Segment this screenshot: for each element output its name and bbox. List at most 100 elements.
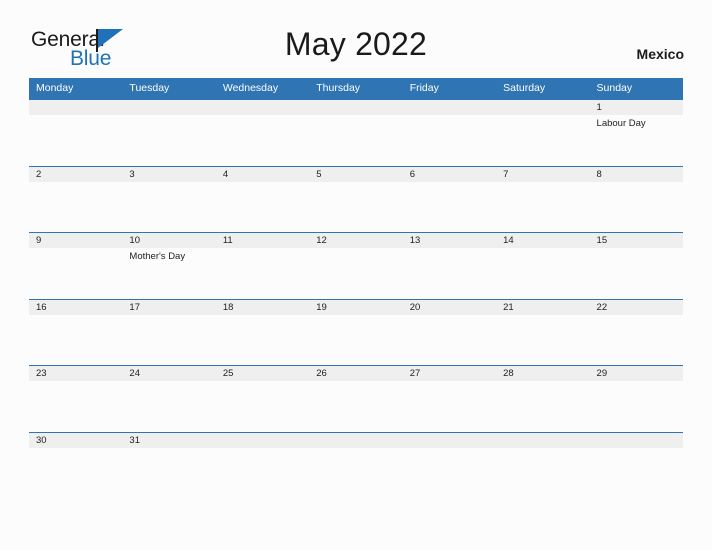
day-event[interactable]: Labour Day xyxy=(590,115,683,165)
week-date-band: 1 xyxy=(29,100,683,115)
weekday-header-sunday: Sunday xyxy=(596,82,633,94)
day-number[interactable] xyxy=(122,100,215,115)
week-row: 30 31 xyxy=(29,431,683,499)
day-number[interactable]: 27 xyxy=(403,366,496,381)
day-event[interactable] xyxy=(216,182,309,232)
day-number[interactable]: 20 xyxy=(403,300,496,315)
day-event[interactable] xyxy=(309,182,402,232)
day-event[interactable] xyxy=(122,448,215,498)
day-number[interactable]: 18 xyxy=(216,300,309,315)
week-event-band: Labour Day xyxy=(29,115,683,165)
day-event[interactable] xyxy=(496,381,589,431)
day-number[interactable]: 10 xyxy=(122,233,215,248)
day-number[interactable] xyxy=(403,433,496,448)
day-event[interactable] xyxy=(309,115,402,165)
day-number[interactable]: 1 xyxy=(590,100,683,115)
day-number[interactable]: 13 xyxy=(403,233,496,248)
day-event[interactable] xyxy=(29,248,122,298)
day-number[interactable] xyxy=(496,433,589,448)
day-event[interactable] xyxy=(29,448,122,498)
day-number[interactable]: 11 xyxy=(216,233,309,248)
week-date-band: 2 3 4 5 6 7 8 xyxy=(29,166,683,182)
day-event[interactable] xyxy=(590,248,683,298)
day-number[interactable]: 5 xyxy=(309,167,402,182)
day-event[interactable] xyxy=(122,182,215,232)
day-event[interactable] xyxy=(216,448,309,498)
day-event[interactable] xyxy=(216,115,309,165)
day-number[interactable]: 31 xyxy=(122,433,215,448)
week-date-band: 23 24 25 26 27 28 29 xyxy=(29,366,683,381)
day-number[interactable] xyxy=(216,100,309,115)
day-number[interactable]: 21 xyxy=(496,300,589,315)
day-number[interactable]: 2 xyxy=(29,167,122,182)
day-number[interactable] xyxy=(496,100,589,115)
day-event[interactable] xyxy=(496,448,589,498)
page-header: General Blue May 2022 Mexico xyxy=(0,0,712,78)
day-event[interactable] xyxy=(403,315,496,365)
day-event[interactable] xyxy=(496,115,589,165)
day-event[interactable] xyxy=(403,182,496,232)
day-number[interactable] xyxy=(216,433,309,448)
weekday-header-tuesday: Tuesday xyxy=(129,82,170,94)
day-event[interactable] xyxy=(496,182,589,232)
day-event[interactable] xyxy=(590,381,683,431)
day-number[interactable]: 9 xyxy=(29,233,122,248)
day-number[interactable]: 3 xyxy=(122,167,215,182)
day-number[interactable] xyxy=(309,100,402,115)
day-event[interactable] xyxy=(590,315,683,365)
day-number[interactable]: 7 xyxy=(496,167,589,182)
day-number[interactable]: 28 xyxy=(496,366,589,381)
day-event[interactable] xyxy=(309,381,402,431)
day-event[interactable] xyxy=(496,248,589,298)
day-number[interactable]: 6 xyxy=(403,167,496,182)
day-event[interactable] xyxy=(590,182,683,232)
day-number[interactable] xyxy=(309,433,402,448)
day-number[interactable] xyxy=(29,100,122,115)
day-event[interactable] xyxy=(122,115,215,165)
day-number[interactable]: 19 xyxy=(309,300,402,315)
week-date-band: 9 10 11 12 13 14 15 xyxy=(29,233,683,248)
day-number[interactable]: 29 xyxy=(590,366,683,381)
day-event[interactable] xyxy=(29,315,122,365)
day-number[interactable]: 16 xyxy=(29,300,122,315)
day-number[interactable]: 25 xyxy=(216,366,309,381)
week-row: 2 3 4 5 6 7 8 xyxy=(29,165,683,233)
day-number[interactable]: 24 xyxy=(122,366,215,381)
day-event[interactable] xyxy=(29,182,122,232)
day-event[interactable] xyxy=(309,315,402,365)
day-number[interactable]: 14 xyxy=(496,233,589,248)
day-event[interactable] xyxy=(122,381,215,431)
day-number[interactable]: 4 xyxy=(216,167,309,182)
day-event[interactable] xyxy=(216,381,309,431)
day-event[interactable] xyxy=(496,315,589,365)
day-event[interactable] xyxy=(29,381,122,431)
weekday-header-wednesday: Wednesday xyxy=(222,82,279,94)
week-date-band: 16 17 18 19 20 21 22 xyxy=(29,299,683,315)
day-event[interactable] xyxy=(403,248,496,298)
day-event[interactable] xyxy=(122,315,215,365)
day-event[interactable] xyxy=(29,115,122,165)
day-event[interactable] xyxy=(216,315,309,365)
day-number[interactable]: 30 xyxy=(29,433,122,448)
day-event[interactable]: Mother's Day xyxy=(122,248,215,298)
day-number[interactable]: 22 xyxy=(590,300,683,315)
weekday-header-thursday: Thursday xyxy=(316,82,361,94)
day-number[interactable] xyxy=(403,100,496,115)
day-number[interactable] xyxy=(590,433,683,448)
day-event[interactable] xyxy=(403,381,496,431)
day-event[interactable] xyxy=(309,248,402,298)
day-number[interactable]: 23 xyxy=(29,366,122,381)
day-number[interactable]: 26 xyxy=(309,366,402,381)
day-event[interactable] xyxy=(309,448,402,498)
day-number[interactable]: 8 xyxy=(590,167,683,182)
day-number[interactable]: 12 xyxy=(309,233,402,248)
day-event[interactable] xyxy=(590,448,683,498)
day-event[interactable] xyxy=(216,248,309,298)
day-event[interactable] xyxy=(403,115,496,165)
day-number[interactable]: 15 xyxy=(590,233,683,248)
day-event[interactable] xyxy=(403,448,496,498)
day-number[interactable]: 17 xyxy=(122,300,215,315)
week-event-band xyxy=(29,381,683,431)
page-title: May 2022 xyxy=(284,26,428,62)
week-event-band xyxy=(29,448,683,498)
